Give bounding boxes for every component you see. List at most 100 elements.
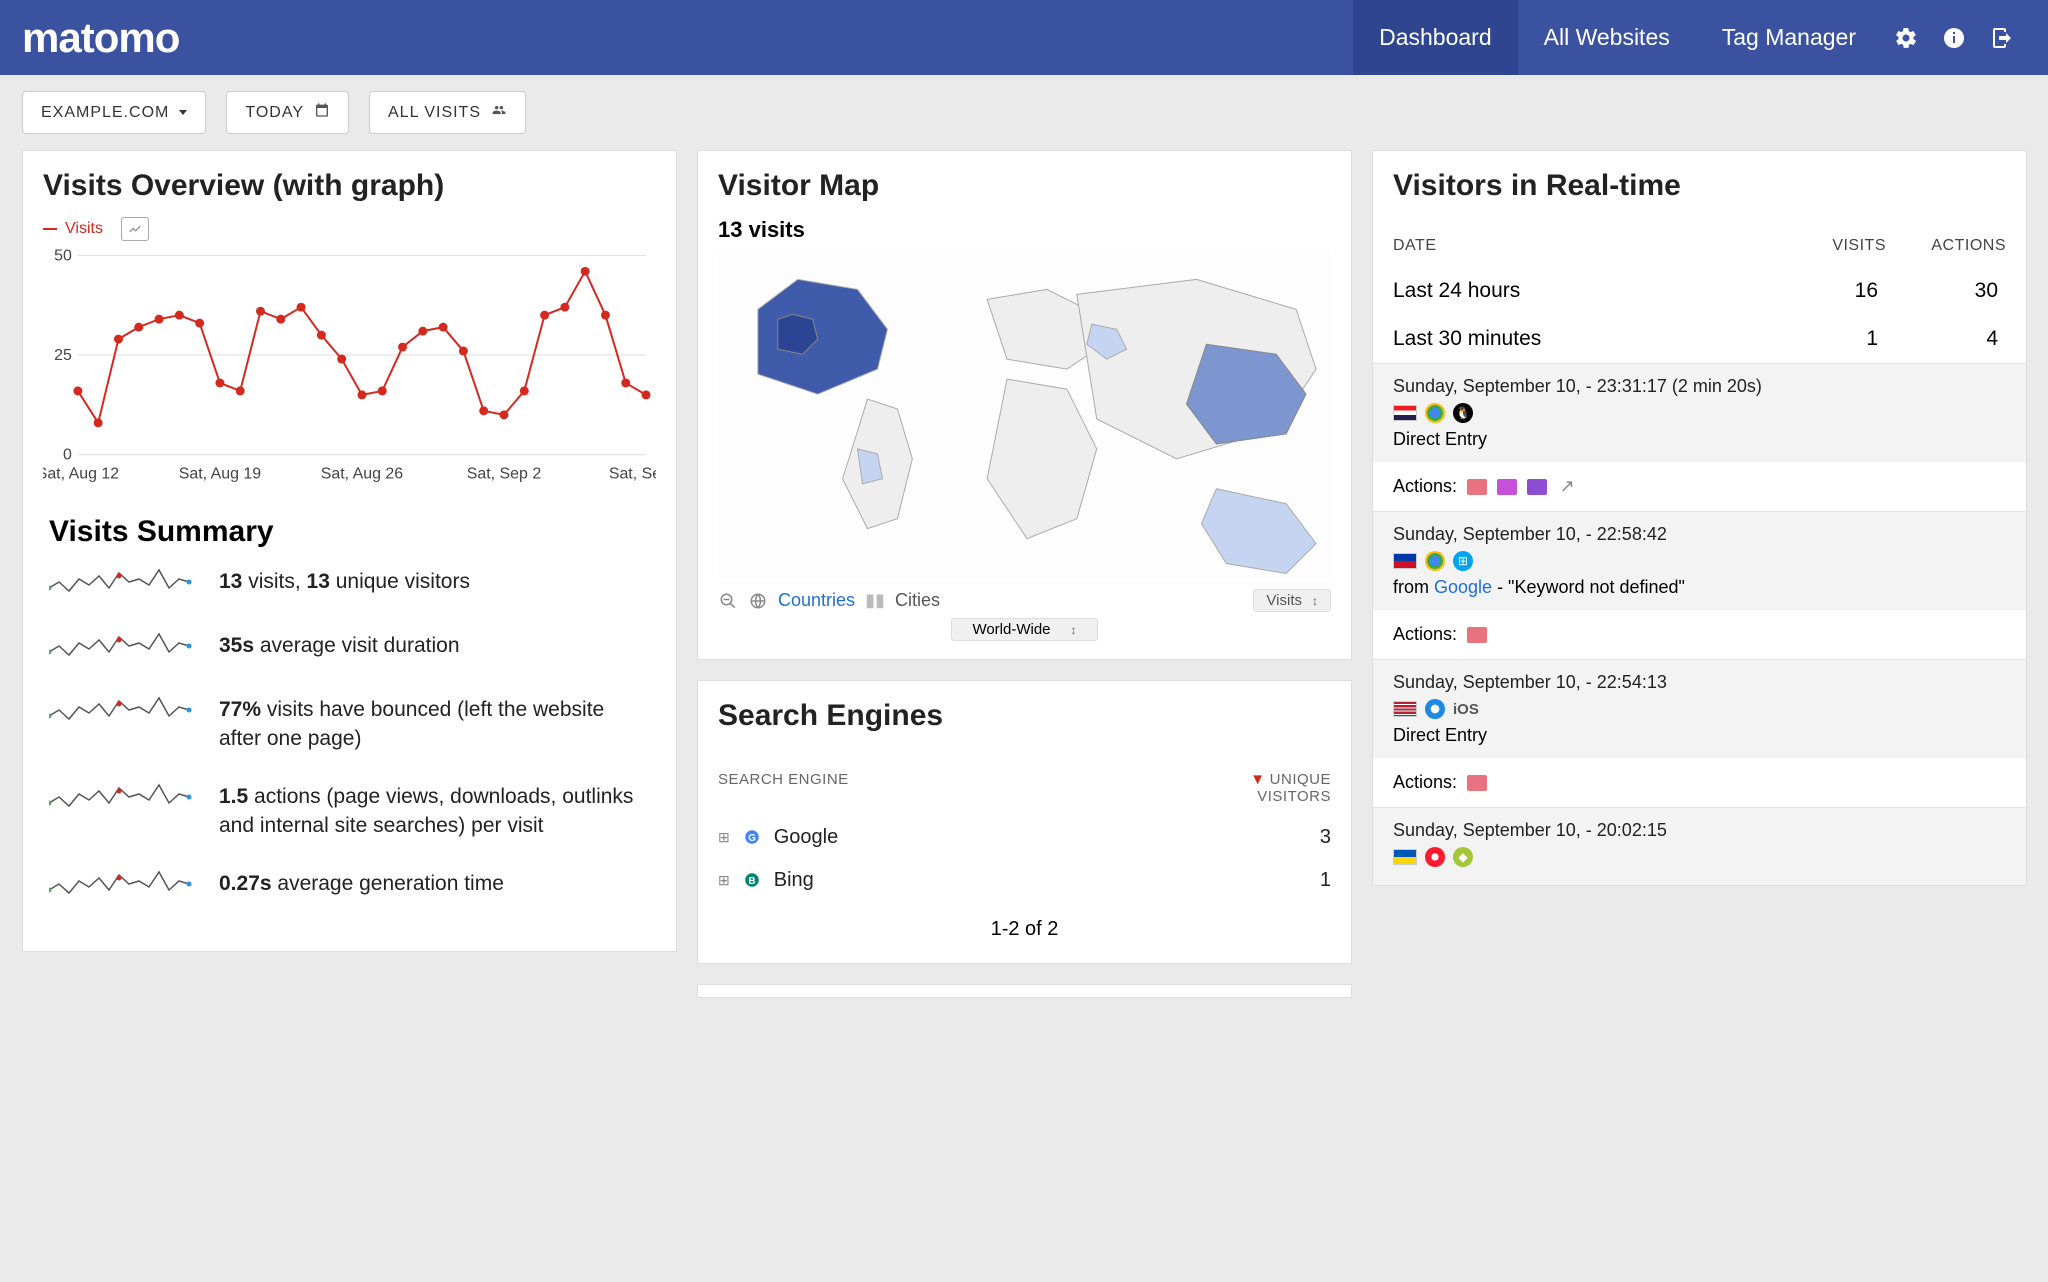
- visits-line-chart[interactable]: 02550Sat, Aug 12Sat, Aug 19Sat, Aug 26Sa…: [43, 245, 656, 485]
- globe-icon[interactable]: [748, 591, 768, 611]
- visitor-map-title: Visitor Map: [718, 169, 1331, 203]
- nav-tag-manager[interactable]: Tag Manager: [1696, 0, 1882, 75]
- calendar-icon: [314, 102, 330, 123]
- visits-overview-title: Visits Overview (with graph): [43, 169, 656, 203]
- browser-icon: [1425, 847, 1445, 867]
- svg-text:B: B: [748, 876, 755, 887]
- os-icon: ⊞: [1453, 551, 1473, 571]
- summary-row: 0.27s average generation time: [43, 869, 656, 905]
- folder-icon[interactable]: [1467, 479, 1487, 495]
- caret-down-icon: [179, 110, 187, 115]
- world-map[interactable]: [718, 249, 1331, 579]
- zoom-out-icon[interactable]: [718, 591, 738, 611]
- summary-row: 1.5 actions (page views, downloads, outl…: [43, 782, 656, 841]
- map-metric-select[interactable]: Visits: [1253, 589, 1331, 612]
- col-2: Visitor Map 13 visits: [697, 150, 1352, 998]
- visit-actions: Actions:: [1373, 610, 2026, 659]
- dashboard: Visits Overview (with graph) Visits 0255…: [0, 150, 2048, 998]
- source-link[interactable]: Google: [1434, 577, 1492, 597]
- external-link-icon[interactable]: ↗: [1557, 477, 1577, 497]
- realtime-visit[interactable]: Sunday, September 10, - 22:54:13 iOS Dir…: [1393, 659, 2006, 807]
- search-engines-footer: 1-2 of 2: [718, 902, 1331, 945]
- visit-actions: Actions:↗: [1373, 462, 2026, 511]
- flag-icon: [1393, 553, 1417, 569]
- visits-overview-card: Visits Overview (with graph) Visits 0255…: [22, 150, 677, 952]
- realtime-visit[interactable]: Sunday, September 10, - 22:58:42 ⊞ from …: [1393, 511, 2006, 659]
- map-visits-count: 13 visits: [718, 217, 1331, 243]
- engine-visitors: 1: [1320, 869, 1331, 892]
- realtime-visit[interactable]: Sunday, September 10, - 23:31:17 (2 min …: [1393, 363, 2006, 511]
- buildings-icon[interactable]: ▮▮: [865, 591, 885, 611]
- browser-icon: [1425, 551, 1445, 571]
- engine-name: Google: [774, 826, 839, 849]
- date-selector-label: TODAY: [245, 104, 304, 122]
- sparkline: [49, 567, 199, 603]
- col-3: Visitors in Real-time DATE VISITS ACTION…: [1372, 150, 2027, 886]
- map-tab-cities[interactable]: Cities: [895, 590, 940, 611]
- browser-icon: [1425, 699, 1445, 719]
- realtime-card: Visitors in Real-time DATE VISITS ACTION…: [1372, 150, 2027, 886]
- visit-actions: Actions:: [1373, 758, 2026, 807]
- search-engines-card: Search Engines SEARCH ENGINE ▼UNIQUEVISI…: [697, 680, 1352, 964]
- sparkline: [49, 782, 199, 818]
- date-selector[interactable]: TODAY: [226, 91, 349, 134]
- visit-timestamp: Sunday, September 10, - 22:54:13: [1393, 672, 2006, 693]
- svg-text:50: 50: [54, 247, 72, 264]
- col-search-engine: SEARCH ENGINE: [718, 771, 849, 806]
- topbar: matomo Dashboard All Websites Tag Manage…: [0, 0, 2048, 75]
- col-unique-visitors[interactable]: ▼UNIQUEVISITORS: [1250, 771, 1331, 806]
- realtime-visit[interactable]: Sunday, September 10, - 20:02:15 ◆: [1393, 807, 2006, 885]
- nav-all-websites[interactable]: All Websites: [1518, 0, 1696, 75]
- visits-summary-title: Visits Summary: [49, 515, 656, 549]
- nav-dashboard[interactable]: Dashboard: [1353, 0, 1518, 75]
- search-engine-row[interactable]: ⊞ B Bing 1: [718, 859, 1331, 902]
- expand-icon[interactable]: ⊞: [718, 829, 730, 846]
- folder-icon[interactable]: [1527, 479, 1547, 495]
- flag-icon: [1393, 701, 1417, 717]
- col-date: DATE: [1393, 237, 1786, 255]
- summary-text: 77% visits have bounced (left the websit…: [219, 695, 650, 754]
- logout-icon[interactable]: [1978, 0, 2026, 75]
- site-selector[interactable]: EXAMPLE.COM: [22, 91, 206, 134]
- realtime-title: Visitors in Real-time: [1393, 169, 2006, 203]
- site-selector-label: EXAMPLE.COM: [41, 104, 169, 122]
- realtime-header: DATE VISITS ACTIONS: [1393, 217, 2006, 267]
- search-engines-title: Search Engines: [718, 699, 1331, 733]
- folder-icon[interactable]: [1497, 479, 1517, 495]
- os-icon: ◆: [1453, 847, 1473, 867]
- expand-icon[interactable]: ⊞: [718, 872, 730, 889]
- search-engine-row[interactable]: ⊞ G Google 3: [718, 816, 1331, 859]
- summary-text: 0.27s average generation time: [219, 869, 504, 898]
- realtime-row: Last 24 hours1630: [1393, 267, 2006, 315]
- actions-label: Actions:: [1393, 624, 1457, 645]
- rt-visits: 16: [1786, 279, 1886, 303]
- settings-icon[interactable]: [1882, 0, 1930, 75]
- summary-row: 35s average visit duration: [43, 631, 656, 667]
- col-visits: VISITS: [1786, 237, 1886, 255]
- svg-text:Sat, Aug 26: Sat, Aug 26: [321, 466, 404, 483]
- svg-text:Sat, Aug 12: Sat, Aug 12: [43, 466, 119, 483]
- logo: matomo: [22, 14, 179, 62]
- engine-visitors: 3: [1320, 826, 1331, 849]
- rt-label: Last 30 minutes: [1393, 327, 1786, 351]
- summary-row: 77% visits have bounced (left the websit…: [43, 695, 656, 754]
- visit-timestamp: Sunday, September 10, - 22:58:42: [1393, 524, 2006, 545]
- chart-type-icon[interactable]: [121, 217, 149, 241]
- rt-visits: 1: [1786, 327, 1886, 351]
- visit-timestamp: Sunday, September 10, - 20:02:15: [1393, 820, 2006, 841]
- map-region-select[interactable]: World-Wide: [951, 618, 1097, 641]
- chart-legend: Visits: [43, 217, 656, 241]
- folder-icon[interactable]: [1467, 775, 1487, 791]
- map-tab-countries[interactable]: Countries: [778, 590, 855, 611]
- realtime-row: Last 30 minutes14: [1393, 315, 2006, 363]
- segment-selector-label: ALL VISITS: [388, 104, 481, 122]
- visit-timestamp: Sunday, September 10, - 23:31:17 (2 min …: [1393, 376, 2006, 397]
- summary-row: 13 visits, 13 unique visitors: [43, 567, 656, 603]
- rt-label: Last 24 hours: [1393, 279, 1786, 303]
- engine-name: Bing: [774, 869, 814, 892]
- flag-icon: [1393, 849, 1417, 865]
- folder-icon[interactable]: [1467, 627, 1487, 643]
- info-icon[interactable]: [1930, 0, 1978, 75]
- rt-actions: 30: [1886, 279, 2006, 303]
- segment-selector[interactable]: ALL VISITS: [369, 91, 526, 134]
